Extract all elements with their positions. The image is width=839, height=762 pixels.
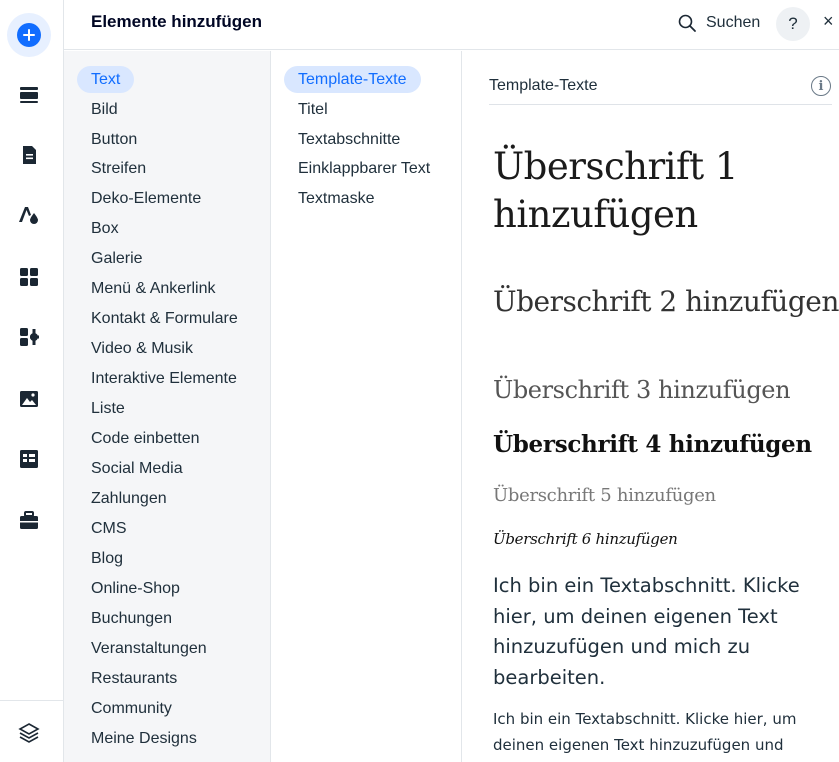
left-tool-rail [0, 0, 64, 762]
panel-title: Elemente hinzufügen [91, 12, 262, 31]
panel-header: Elemente hinzufügen Suchen ? × [64, 0, 839, 50]
close-button[interactable]: × [823, 11, 834, 32]
category-item-buchungen[interactable]: Buchungen [77, 605, 186, 632]
preview-section-title: Template-Texte [489, 77, 598, 94]
heading-3-preset[interactable]: Überschrift 3 hinzufügen [493, 376, 791, 404]
apps-icon[interactable] [16, 264, 42, 290]
search-button[interactable]: Suchen [677, 10, 760, 36]
category-item-bild[interactable]: Bild [77, 96, 132, 123]
category-item-social-media[interactable]: Social Media [77, 455, 197, 482]
category-item-streifen[interactable]: Streifen [77, 155, 160, 182]
category-item-code-einbetten[interactable]: Code einbetten [77, 425, 214, 452]
subcategory-item-textabschnitte[interactable]: Textabschnitte [284, 126, 414, 153]
page-icon[interactable] [16, 142, 42, 168]
cms-table-icon[interactable] [16, 446, 42, 472]
category-item-button[interactable]: Button [77, 126, 151, 153]
category-item-galerie[interactable]: Galerie [77, 245, 157, 272]
info-icon[interactable]: i [811, 76, 831, 96]
search-label: Suchen [706, 14, 761, 31]
category-item-community[interactable]: Community [77, 695, 186, 722]
category-item-menue-ankerlink[interactable]: Menü & Ankerlink [77, 275, 230, 302]
heading-1-preset[interactable]: Überschrift 1 hinzufügen [493, 143, 813, 239]
heading-6-preset[interactable]: Überschrift 6 hinzufügen [493, 530, 678, 548]
category-item-kontakt-formulare[interactable]: Kontakt & Formulare [77, 305, 252, 332]
category-item-restaurants[interactable]: Restaurants [77, 665, 191, 692]
category-item-liste[interactable]: Liste [77, 395, 139, 422]
category-item-box[interactable]: Box [77, 215, 133, 242]
subcategory-item-template-texte[interactable]: Template-Texte [284, 66, 421, 93]
preview-panel: Template-Texte i Überschrift 1 hinzufüge… [462, 51, 839, 762]
add-icon[interactable] [7, 13, 51, 57]
paragraph-2-preset[interactable]: Ich bin ein Textabschnitt. Klicke hier, … [493, 706, 823, 762]
portfolio-icon[interactable] [16, 508, 42, 534]
category-item-blog[interactable]: Blog [77, 545, 137, 572]
category-item-online-shop[interactable]: Online-Shop [77, 575, 194, 602]
subcategory-item-titel[interactable]: Titel [284, 96, 342, 123]
category-item-zahlungen[interactable]: Zahlungen [77, 485, 181, 512]
search-icon [678, 14, 696, 32]
heading-2-preset[interactable]: Überschrift 2 hinzufügen [493, 285, 839, 318]
category-item-deko-elemente[interactable]: Deko-Elemente [77, 185, 215, 212]
theme-icon[interactable] [16, 202, 42, 228]
help-button[interactable]: ? [776, 7, 810, 41]
category-item-interaktive-elemente[interactable]: Interaktive Elemente [77, 365, 251, 392]
category-item-cms[interactable]: CMS [77, 515, 141, 542]
heading-4-preset[interactable]: Überschrift 4 hinzufügen [493, 431, 812, 458]
layers-icon[interactable] [16, 720, 42, 746]
heading-5-preset[interactable]: Überschrift 5 hinzufügen [493, 485, 716, 506]
business-apps-icon[interactable] [16, 324, 42, 350]
paragraph-1-preset[interactable]: Ich bin ein Textabschnitt. Klicke hier, … [493, 571, 839, 693]
category-item-text[interactable]: Text [77, 66, 135, 93]
media-icon[interactable] [16, 386, 42, 412]
category-list: Text Bild Button Streifen Deko-Elemente … [64, 51, 271, 762]
strip-icon[interactable] [16, 82, 42, 108]
category-item-meine-designs[interactable]: Meine Designs [77, 725, 211, 752]
rail-bottom-section [0, 700, 63, 762]
subcategory-item-textmaske[interactable]: Textmaske [284, 185, 388, 212]
category-item-video-musik[interactable]: Video & Musik [77, 335, 207, 362]
subcategory-item-einklappbarer-text[interactable]: Einklappbarer Text [284, 155, 444, 182]
preview-divider [489, 104, 832, 105]
plus-icon [17, 23, 41, 47]
category-item-veranstaltungen[interactable]: Veranstaltungen [77, 635, 221, 662]
subcategory-list: Template-Texte Titel Textabschnitte Eink… [271, 51, 462, 762]
